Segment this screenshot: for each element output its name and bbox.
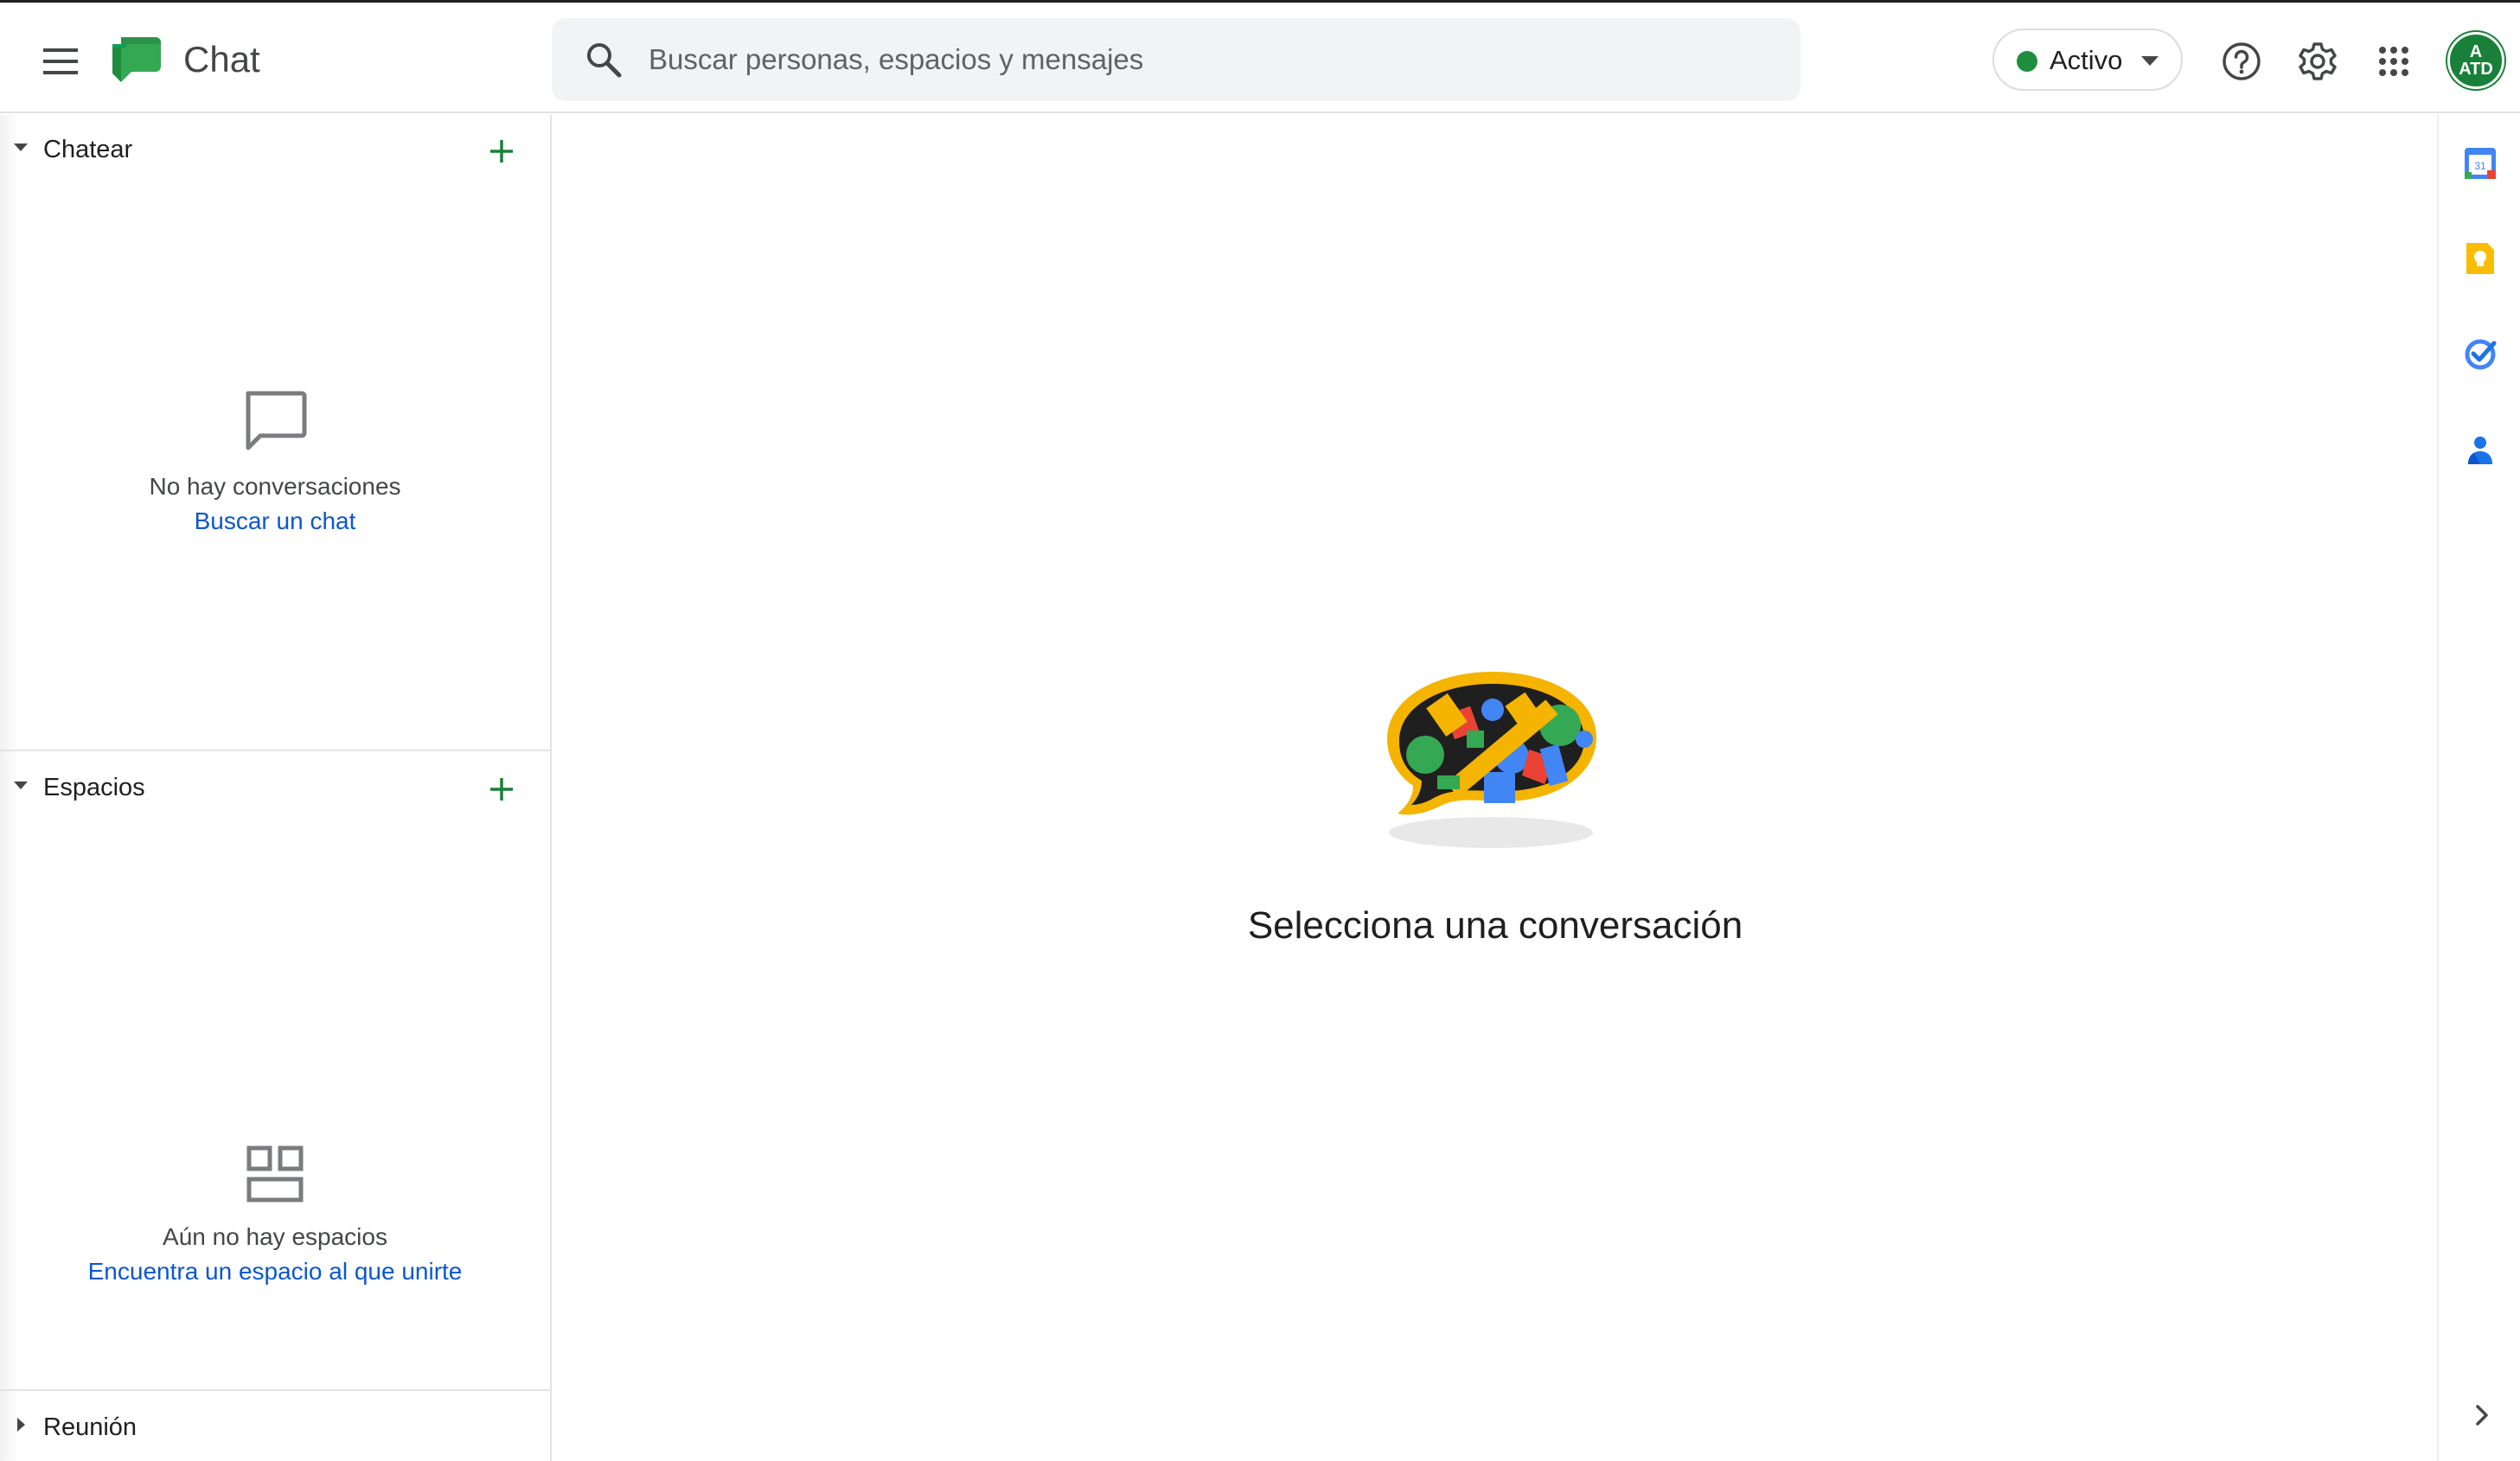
- chat-empty-state: No hay conversaciones Buscar un chat: [0, 390, 550, 539]
- keep-button[interactable]: [2458, 236, 2503, 281]
- contacts-icon: [2468, 437, 2492, 464]
- top-header: Chat Activo: [0, 3, 2520, 113]
- caret-down-icon[interactable]: [14, 782, 28, 789]
- caret-right-icon[interactable]: [17, 1418, 25, 1432]
- tasks-button[interactable]: [2458, 331, 2503, 376]
- meet-section-header[interactable]: Reunión: [0, 1393, 550, 1461]
- app-title: Chat: [183, 39, 260, 80]
- keep-icon: [2466, 243, 2494, 274]
- chat-section-header[interactable]: Chatear: [0, 115, 550, 184]
- search-bar[interactable]: [552, 18, 1800, 101]
- main-empty-title: Selecciona una conversación: [1247, 904, 1743, 947]
- spaces-empty-state: Aún no hay espacios Encuentra un espacio…: [0, 1145, 550, 1289]
- meet-section: Reunión: [0, 1393, 550, 1461]
- find-chat-link[interactable]: Buscar un chat: [0, 504, 550, 539]
- chat-logo-icon[interactable]: [109, 32, 164, 87]
- calendar-day: 31: [2474, 160, 2486, 172]
- avatar-initial: A: [2469, 42, 2483, 61]
- meet-section-title: Reunión: [43, 1413, 138, 1441]
- calendar-button[interactable]: 31: [2458, 141, 2503, 186]
- chevron-right-icon: [2476, 1405, 2488, 1426]
- apps-button[interactable]: [2366, 34, 2421, 89]
- add-icon: [490, 140, 513, 163]
- find-space-link[interactable]: Encuentra un espacio al que unirte: [0, 1254, 550, 1289]
- search-icon: [587, 43, 622, 78]
- contacts-button[interactable]: [2458, 426, 2503, 471]
- search-input[interactable]: [649, 18, 1773, 101]
- create-space-button[interactable]: [481, 769, 522, 810]
- menu-icon: [43, 48, 78, 74]
- spaces-section-header[interactable]: Espacios: [0, 753, 550, 822]
- calendar-icon: 31: [2465, 148, 2496, 179]
- spaces-section: Espacios Aún no hay espacios Encuentra u…: [0, 753, 550, 1391]
- chevron-down-icon: [2141, 56, 2159, 66]
- status-label: Activo: [2050, 45, 2123, 75]
- apps-grid-icon: [2379, 47, 2408, 76]
- avatar-initials: ATD: [2459, 60, 2493, 79]
- add-icon: [490, 778, 513, 801]
- spaces-section-title: Espacios: [43, 774, 145, 801]
- spaces-empty-text: Aún no hay espacios: [163, 1223, 387, 1250]
- settings-icon: [2299, 42, 2337, 80]
- caret-down-icon[interactable]: [14, 144, 28, 151]
- settings-button[interactable]: [2290, 34, 2345, 89]
- start-chat-button[interactable]: [481, 131, 522, 172]
- chat-empty-text: No hay conversaciones: [149, 473, 401, 500]
- chat-bubble-icon: [246, 391, 307, 450]
- side-panel-rail: 31: [2437, 115, 2520, 1461]
- main-panel: Selecciona una conversación: [553, 115, 2437, 1461]
- status-dropdown[interactable]: Activo: [1992, 29, 2183, 91]
- status-dot: [2017, 51, 2037, 72]
- chat-section-title: Chatear: [43, 136, 133, 163]
- spaces-grid-icon: [246, 1145, 304, 1203]
- main-menu-button[interactable]: [33, 34, 88, 89]
- help-button[interactable]: [2214, 34, 2269, 89]
- avatar[interactable]: A ATD: [2447, 32, 2504, 89]
- help-icon: [2223, 42, 2261, 80]
- sidebar: Chatear No hay conversaciones Buscar un …: [0, 115, 552, 1461]
- conversation-illustration: [1387, 672, 1596, 848]
- expand-panel-button[interactable]: [2465, 1398, 2499, 1432]
- tasks-icon: [2465, 339, 2497, 370]
- chat-section: Chatear No hay conversaciones Buscar un …: [0, 115, 550, 751]
